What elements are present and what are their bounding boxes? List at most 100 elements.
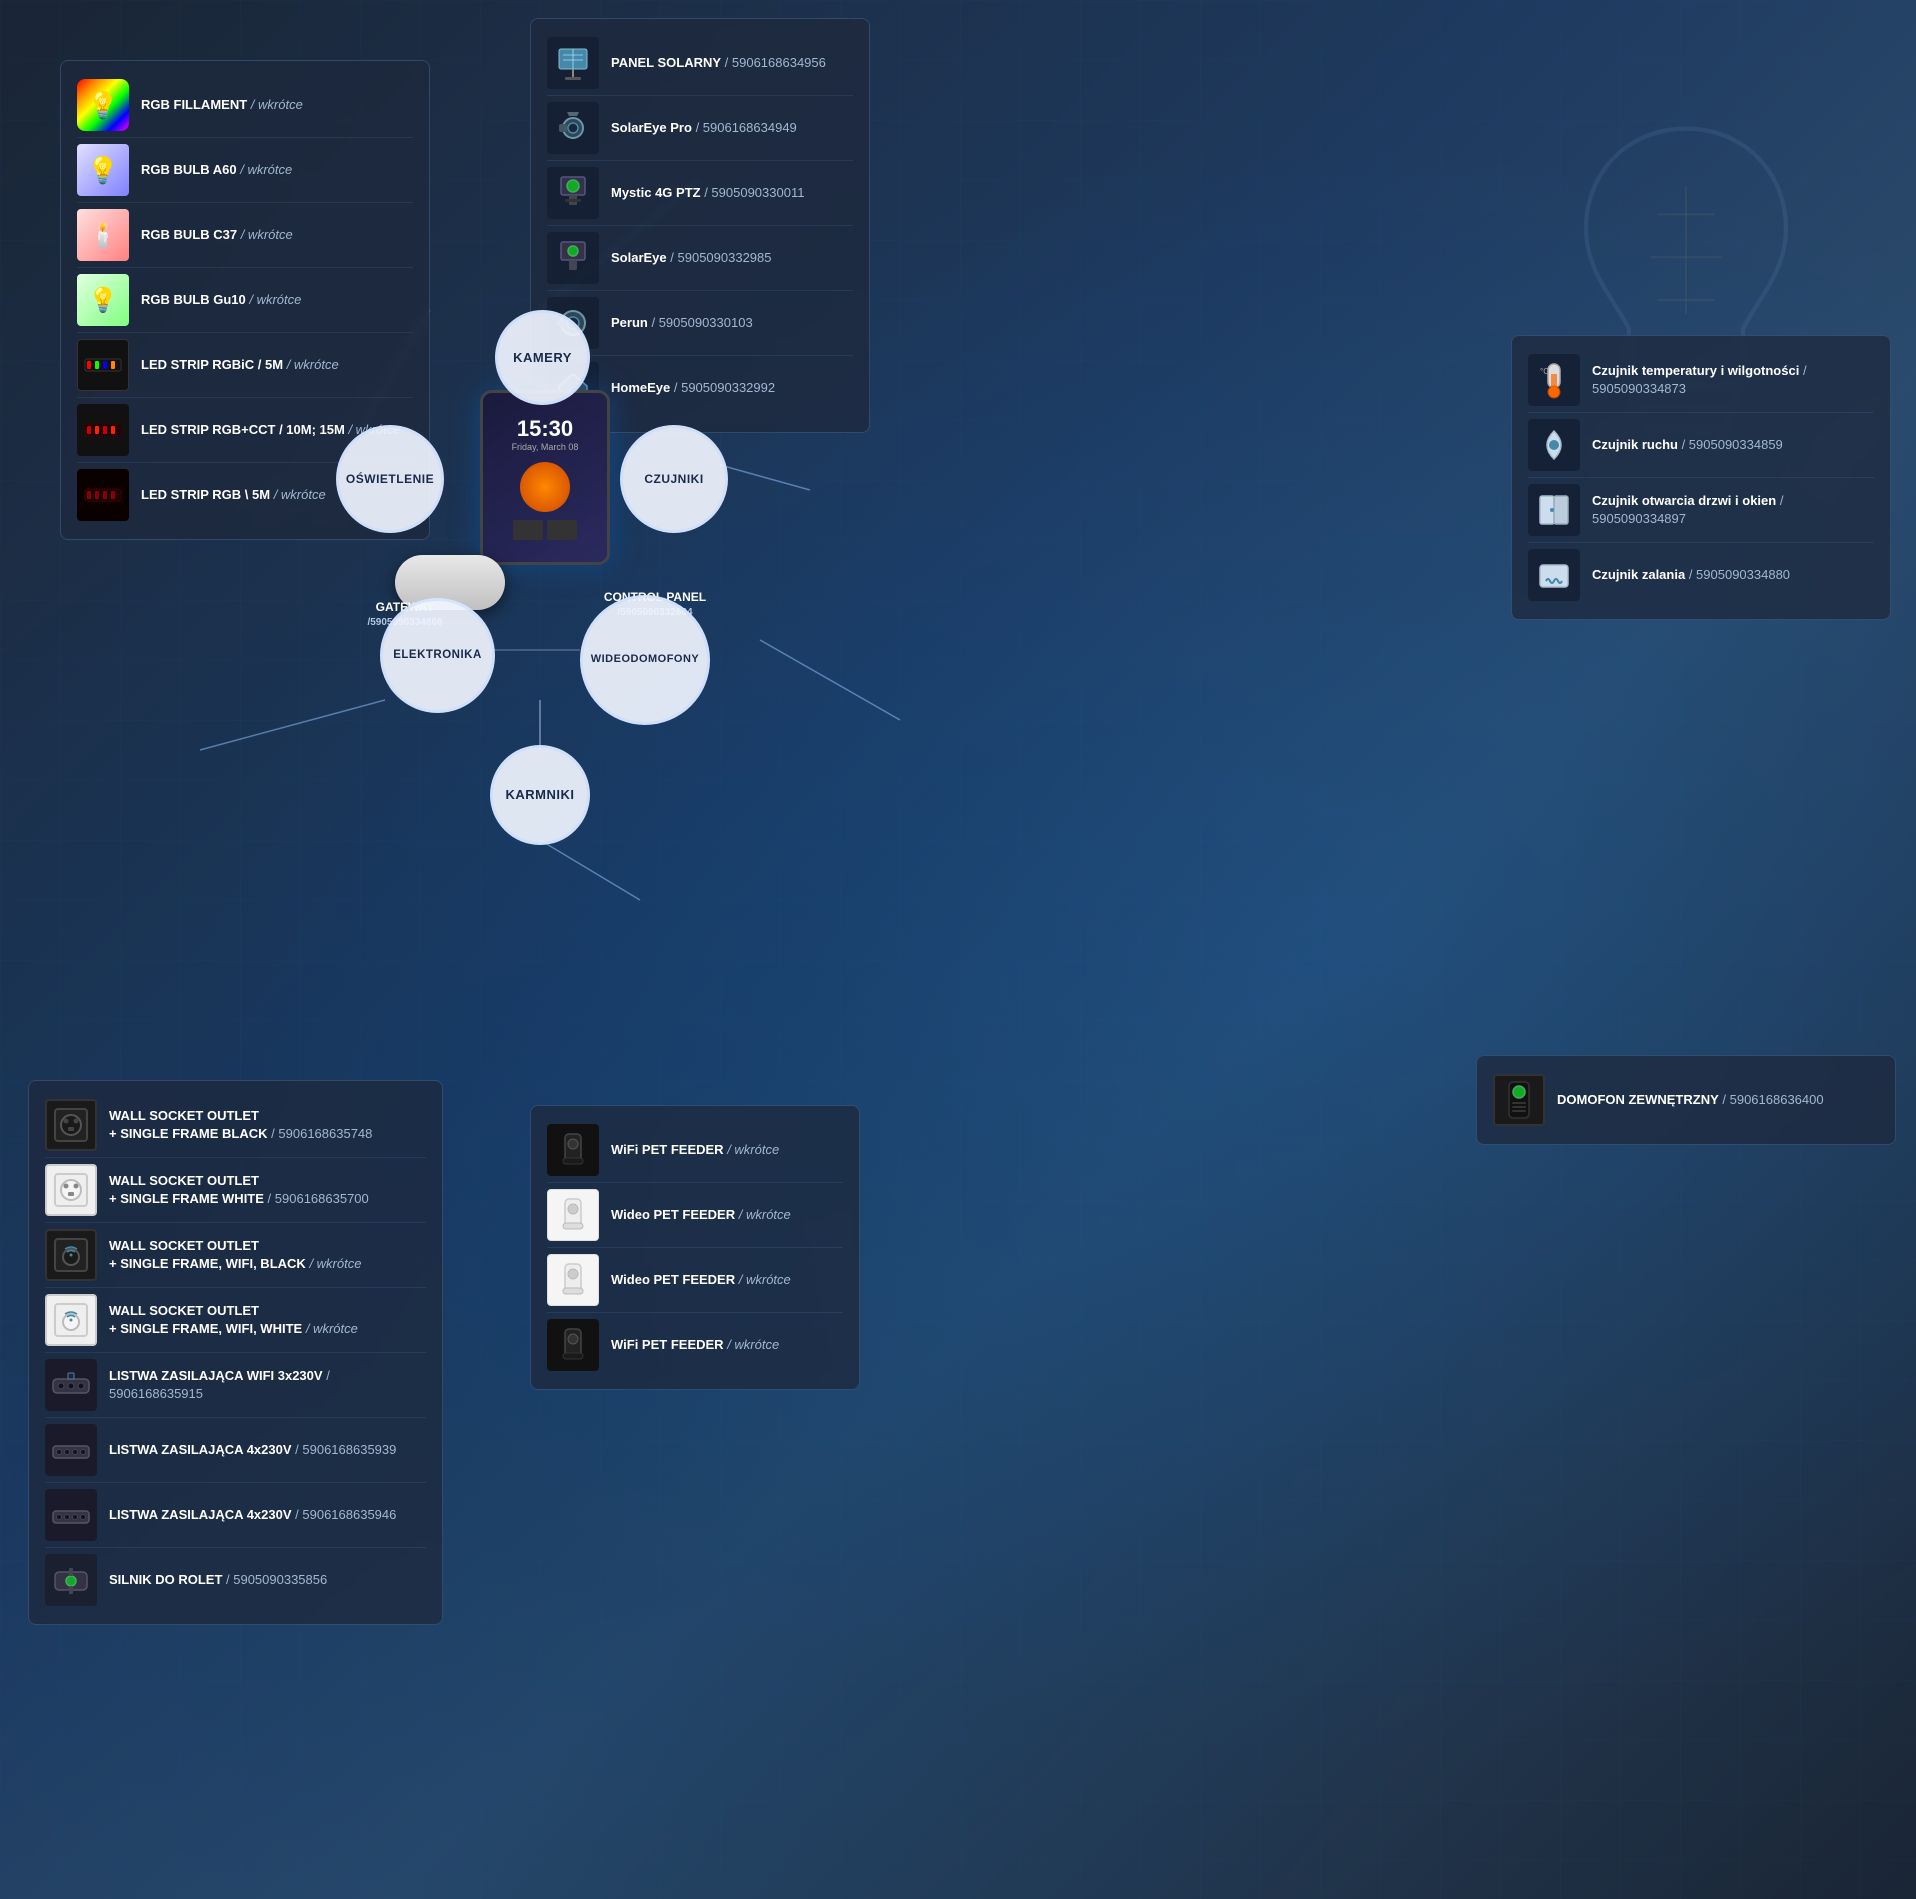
silnik-rolet-text: SILNIK DO ROLET / 5905090335856 bbox=[109, 1571, 327, 1589]
solareye-pro-text: SolarEye Pro / 5906168634949 bbox=[611, 119, 797, 137]
list-item: LISTWA ZASILAJĄCA 4x230V / 5906168635946 bbox=[45, 1483, 426, 1548]
solareye-text: SolarEye / 5905090332985 bbox=[611, 249, 772, 267]
list-item: 🕯️ RGB BULB C37 / wkrótce bbox=[77, 203, 413, 268]
karmniki-node: KARMNIKI bbox=[490, 745, 590, 845]
wifi-pet-feeder-1-text: WiFi PET FEEDER / wkrótce bbox=[611, 1141, 779, 1159]
wideodomofony-label: WIDEODOMOFONY bbox=[591, 653, 700, 666]
listwa-4x230-a-text: LISTWA ZASILAJĄCA 4x230V / 5906168635939 bbox=[109, 1441, 396, 1459]
listwa-4x230-b-text: LISTWA ZASILAJĄCA 4x230V / 5906168635946 bbox=[109, 1506, 396, 1524]
list-item: WiFi PET FEEDER / wkrótce bbox=[547, 1313, 843, 1377]
socket-wifi-white-icon bbox=[45, 1294, 97, 1346]
list-item: Czujnik zalania / 5905090334880 bbox=[1528, 543, 1874, 607]
socket-white-text: WALL SOCKET OUTLET+ SINGLE FRAME WHITE /… bbox=[109, 1172, 369, 1208]
list-item: PANEL SOLARNY / 5906168634956 bbox=[547, 31, 853, 96]
czujnik-ruchu-icon bbox=[1528, 419, 1580, 471]
socket-wifi-black-text: WALL SOCKET OUTLET+ SINGLE FRAME, WIFI, … bbox=[109, 1237, 361, 1273]
wideo-pet-feeder-2-icon bbox=[547, 1254, 599, 1306]
list-item: WiFi PET FEEDER / wkrótce bbox=[547, 1118, 843, 1183]
list-item: WALL SOCKET OUTLET+ SINGLE FRAME WHITE /… bbox=[45, 1158, 426, 1223]
listwa-4x230-a-icon bbox=[45, 1424, 97, 1476]
led-strip-rgbic-text: LED STRIP RGBiC / 5M / wkrótce bbox=[141, 356, 339, 374]
listwa-wifi-3x230-text: LISTWA ZASILAJĄCA WIFI 3x230V / 59061686… bbox=[109, 1367, 426, 1403]
rgb-bulb-c37-text: RGB BULB C37 / wkrótce bbox=[141, 226, 293, 244]
tablet-screen: 15:30 Friday, March 08 bbox=[483, 393, 607, 562]
sensors-panel: °C Czujnik temperatury i wilgotności / 5… bbox=[1511, 335, 1891, 620]
rgb-fillament-icon: 💡 bbox=[77, 79, 129, 131]
oswietlenie-label: OŚWIETLENIE bbox=[346, 472, 434, 486]
control-panel-device: 15:30 Friday, March 08 bbox=[480, 390, 610, 565]
kamery-node: KAMERY bbox=[495, 310, 590, 405]
domofon-text: DOMOFON ZEWNĘTRZNY / 5906168636400 bbox=[1557, 1091, 1824, 1109]
list-item: 💡 RGB BULB Gu10 / wkrótce bbox=[77, 268, 413, 333]
tablet-time: 15:30 bbox=[517, 416, 573, 442]
perun-text: Perun / 5905090330103 bbox=[611, 314, 753, 332]
rgb-bulb-gu10-text: RGB BULB Gu10 / wkrótce bbox=[141, 291, 301, 309]
wifi-pet-feeder-2-text: WiFi PET FEEDER / wkrótce bbox=[611, 1336, 779, 1354]
led-strip-rgb-icon bbox=[77, 469, 129, 521]
wideo-pet-feeder-1-icon bbox=[547, 1189, 599, 1241]
list-item: Czujnik otwarcia drzwi i okien / 5905090… bbox=[1528, 478, 1874, 543]
wifi-pet-feeder-2-icon bbox=[547, 1319, 599, 1371]
mystic-4g-ptz-text: Mystic 4G PTZ / 5905090330011 bbox=[611, 184, 804, 202]
domofon-icon bbox=[1493, 1074, 1545, 1126]
rgb-bulb-a60-text: RGB BULB A60 / wkrótce bbox=[141, 161, 292, 179]
czujnik-zalania-text: Czujnik zalania / 5905090334880 bbox=[1592, 566, 1790, 584]
feeders-panel: WiFi PET FEEDER / wkrótce Wideo PET FEED… bbox=[530, 1105, 860, 1390]
list-item: WALL SOCKET OUTLET+ SINGLE FRAME, WIFI, … bbox=[45, 1288, 426, 1353]
main-content: PANEL SOLARNY / 5906168634956 SolarEye P… bbox=[0, 0, 1916, 1899]
panel-solarny-icon bbox=[547, 37, 599, 89]
socket-white-icon bbox=[45, 1164, 97, 1216]
wideo-pet-feeder-2-text: Wideo PET FEEDER / wkrótce bbox=[611, 1271, 791, 1289]
rgb-bulb-c37-icon: 🕯️ bbox=[77, 209, 129, 261]
list-item: °C Czujnik temperatury i wilgotności / 5… bbox=[1528, 348, 1874, 413]
elektronika-label: ELEKTRONIKA bbox=[393, 649, 482, 663]
led-strip-rgb-text: LED STRIP RGB \ 5M / wkrótce bbox=[141, 486, 326, 504]
listwa-wifi-3x230-icon bbox=[45, 1359, 97, 1411]
list-item: DOMOFON ZEWNĘTRZNY / 5906168636400 bbox=[1493, 1068, 1879, 1132]
socket-wifi-white-text: WALL SOCKET OUTLET+ SINGLE FRAME, WIFI, … bbox=[109, 1302, 358, 1338]
cam-thumb-2 bbox=[547, 520, 577, 540]
list-item: WALL SOCKET OUTLET+ SINGLE FRAME, WIFI, … bbox=[45, 1223, 426, 1288]
tablet-circle bbox=[520, 462, 570, 512]
elektronika-node: ELEKTRONIKA bbox=[380, 598, 495, 713]
list-item: LED STRIP RGBiC / 5M / wkrótce bbox=[77, 333, 413, 398]
led-strip-rgbcct-icon bbox=[77, 404, 129, 456]
socket-wifi-black-icon bbox=[45, 1229, 97, 1281]
rgb-bulb-a60-icon: 💡 bbox=[77, 144, 129, 196]
oswietlenie-node: OŚWIETLENIE bbox=[336, 425, 444, 533]
list-item: LISTWA ZASILAJĄCA 4x230V / 5906168635939 bbox=[45, 1418, 426, 1483]
solareye-icon bbox=[547, 232, 599, 284]
listwa-4x230-b-icon bbox=[45, 1489, 97, 1541]
domofon-panel: DOMOFON ZEWNĘTRZNY / 5906168636400 bbox=[1476, 1055, 1896, 1145]
list-item: SolarEye / 5905090332985 bbox=[547, 226, 853, 291]
rgb-bulb-gu10-icon: 💡 bbox=[77, 274, 129, 326]
czujniki-label: CZUJNIKI bbox=[644, 472, 703, 486]
solareye-pro-icon bbox=[547, 102, 599, 154]
socket-black-icon bbox=[45, 1099, 97, 1151]
karmniki-label: KARMNIKI bbox=[506, 787, 575, 803]
cam-thumb-1 bbox=[513, 520, 543, 540]
czujnik-zalania-icon bbox=[1528, 549, 1580, 601]
tablet-date: Friday, March 08 bbox=[512, 442, 579, 452]
list-item: LISTWA ZASILAJĄCA WIFI 3x230V / 59061686… bbox=[45, 1353, 426, 1418]
list-item: 💡 RGB BULB A60 / wkrótce bbox=[77, 138, 413, 203]
list-item: Wideo PET FEEDER / wkrótce bbox=[547, 1248, 843, 1313]
list-item: SolarEye Pro / 5906168634949 bbox=[547, 96, 853, 161]
czujniki-node: CZUJNIKI bbox=[620, 425, 728, 533]
electronics-panel: WALL SOCKET OUTLET+ SINGLE FRAME BLACK /… bbox=[28, 1080, 443, 1625]
czujnik-ruchu-text: Czujnik ruchu / 5905090334859 bbox=[1592, 436, 1783, 454]
list-item: SILNIK DO ROLET / 5905090335856 bbox=[45, 1548, 426, 1612]
homeeye-text: HomeEye / 5905090332992 bbox=[611, 379, 775, 397]
list-item: Wideo PET FEEDER / wkrótce bbox=[547, 1183, 843, 1248]
czujnik-temp-text: Czujnik temperatury i wilgotności / 5905… bbox=[1592, 362, 1874, 398]
rgb-fillament-text: RGB FILLAMENT / wkrótce bbox=[141, 96, 303, 114]
list-item: Mystic 4G PTZ / 5905090330011 bbox=[547, 161, 853, 226]
socket-black-text: WALL SOCKET OUTLET+ SINGLE FRAME BLACK /… bbox=[109, 1107, 372, 1143]
panel-solarny-text: PANEL SOLARNY / 5906168634956 bbox=[611, 54, 826, 72]
czujnik-drzwi-text: Czujnik otwarcia drzwi i okien / 5905090… bbox=[1592, 492, 1874, 528]
list-item: WALL SOCKET OUTLET+ SINGLE FRAME BLACK /… bbox=[45, 1093, 426, 1158]
wifi-pet-feeder-1-icon bbox=[547, 1124, 599, 1176]
list-item: 💡 RGB FILLAMENT / wkrótce bbox=[77, 73, 413, 138]
list-item: Perun / 5905090330103 bbox=[547, 291, 853, 356]
czujnik-temp-icon: °C bbox=[1528, 354, 1580, 406]
